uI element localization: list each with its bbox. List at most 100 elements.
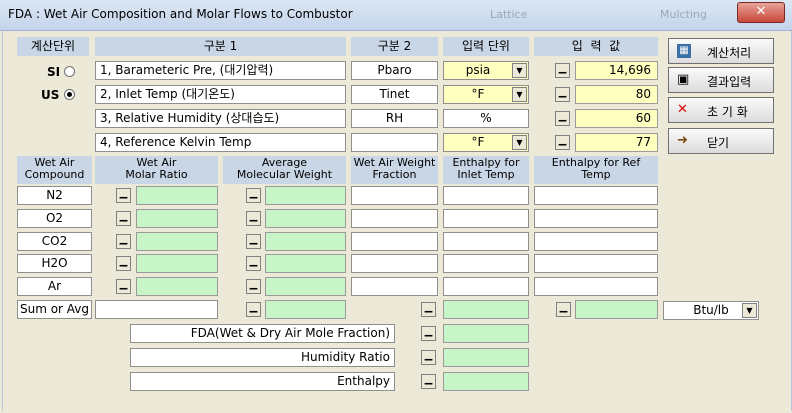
enthalpy-inlet-field[interactable] [443,254,529,273]
value-small-button[interactable]: ▁ [555,135,570,150]
close-window-button[interactable]: ✕ [737,2,785,23]
enthalpy-ref-header: Enthalpy for Ref Temp [534,156,658,184]
sum-molar-ratio[interactable] [95,300,218,319]
mw-small-button[interactable]: ▁ [246,211,261,226]
unit-dropdown[interactable]: °F ▼ [443,133,529,152]
close-button[interactable]: ➜ 닫기 [668,128,774,154]
sum-frac-small-button[interactable]: ▁ [421,302,436,317]
input-value[interactable]: 14,696 [575,61,658,80]
floppy-disk-icon: ▣ [677,72,690,87]
input-symbol: Pbaro [351,61,438,80]
sum-ref-small-button[interactable]: ▁ [556,302,571,317]
sum-enthalpy-inlet-field[interactable] [443,300,529,319]
compound-name: O2 [17,209,92,228]
mw-field[interactable] [265,254,346,273]
molar-ratio-small-button[interactable]: ▁ [116,234,131,249]
enthalpy-ref-field[interactable] [534,277,658,296]
input-value[interactable]: 60 [575,109,658,128]
weight-fraction-field[interactable] [351,209,438,228]
bottom-row-small-button[interactable]: ▁ [421,374,436,389]
weight-fraction-header: Wet Air Weight Fraction [351,156,438,184]
background-title-2: Mulcting [660,8,707,21]
compound-header: Wet Air Compound [17,156,92,184]
enthalpy-inlet-field[interactable] [443,277,529,296]
bottom-row-field[interactable] [443,372,529,391]
mw-field[interactable] [265,186,346,205]
chevron-down-icon: ▼ [512,135,527,150]
enthalpy-unit-value: Btu/lb [693,303,729,317]
si-radio[interactable] [64,66,75,77]
sum-enthalpy-ref-field[interactable] [575,300,658,319]
unit-dropdown[interactable]: psia ▼ [443,61,529,80]
minimize-glyph: ▁ [249,234,258,245]
bottom-row-label: Enthalpy [130,372,395,391]
enthalpy-ref-field[interactable] [534,232,658,251]
title-bar: FDA : Wet Air Composition and Molar Flow… [0,0,792,31]
bottom-row-small-button[interactable]: ▁ [421,350,436,365]
unit-dropdown[interactable]: °F ▼ [443,85,529,104]
main-window: FDA : Wet Air Composition and Molar Flow… [0,0,792,413]
enthalpy-ref-field[interactable] [534,209,658,228]
molar-ratio-field[interactable] [136,277,218,296]
input-value[interactable]: 80 [575,85,658,104]
input-desc: 4, Reference Kelvin Temp [95,133,346,152]
molar-ratio-field[interactable] [136,209,218,228]
sum-mw-field[interactable] [265,300,346,319]
col3-header: 입력 단위 [443,37,529,56]
mw-field[interactable] [265,277,346,296]
molar-ratio-small-button[interactable]: ▁ [116,279,131,294]
mw-small-button[interactable]: ▁ [246,234,261,249]
weight-fraction-field[interactable] [351,277,438,296]
bottom-row-field[interactable] [443,324,529,343]
save-results-button[interactable]: ▣ 결과입력 [668,67,774,93]
window-title: FDA : Wet Air Composition and Molar Flow… [8,7,353,21]
weight-fraction-field[interactable] [351,254,438,273]
chevron-down-icon: ▼ [512,87,527,102]
mw-small-button[interactable]: ▁ [246,279,261,294]
value-small-button[interactable]: ▁ [555,111,570,126]
molar-ratio-header: Wet Air Molar Ratio [95,156,218,184]
weight-fraction-field[interactable] [351,232,438,251]
bottom-row-label: Humidity Ratio [130,348,395,367]
minimize-glyph: ▁ [119,256,128,267]
bottom-row-field[interactable] [443,348,529,367]
sum-label: Sum or Avg [17,300,92,319]
mw-field[interactable] [265,209,346,228]
background-title-1: Lattice [490,8,528,21]
enthalpy-unit-dropdown[interactable]: Btu/lb ▼ [663,301,759,320]
bottom-row-small-button[interactable]: ▁ [421,326,436,341]
enthalpy-ref-field[interactable] [534,186,658,205]
molar-ratio-small-button[interactable]: ▁ [116,211,131,226]
door-exit-icon: ➜ [677,133,688,148]
input-symbol: RH [351,109,438,128]
sum-mw-small-button[interactable]: ▁ [246,302,261,317]
mw-small-button[interactable]: ▁ [246,188,261,203]
mw-small-button[interactable]: ▁ [246,256,261,271]
minimize-glyph: ▁ [558,135,567,146]
weight-fraction-field[interactable] [351,186,438,205]
us-radio[interactable] [64,89,75,100]
molar-ratio-field[interactable] [136,186,218,205]
molar-ratio-field[interactable] [136,254,218,273]
input-value[interactable]: 77 [575,133,658,152]
value-small-button[interactable]: ▁ [555,63,570,78]
calculate-button[interactable]: ▦ 계산처리 [668,38,774,64]
red-x-icon: ✕ [677,102,688,117]
mw-field[interactable] [265,232,346,251]
molar-ratio-small-button[interactable]: ▁ [116,256,131,271]
compound-name: CO2 [17,232,92,251]
enthalpy-inlet-field[interactable] [443,209,529,228]
col1-header: 구분 1 [95,37,346,56]
enthalpy-inlet-field[interactable] [443,232,529,251]
enthalpy-inlet-field[interactable] [443,186,529,205]
input-symbol: Tinet [351,85,438,104]
enthalpy-ref-field[interactable] [534,254,658,273]
minimize-glyph: ▁ [119,234,128,245]
molecular-weight-header: Average Molecular Weight [223,156,346,184]
reset-button[interactable]: ✕ 초 기 화 [668,97,774,123]
bottom-row-label: FDA(Wet & Dry Air Mole Fraction) [130,324,395,343]
minimize-glyph: ▁ [249,279,258,290]
value-small-button[interactable]: ▁ [555,87,570,102]
molar-ratio-field[interactable] [136,232,218,251]
molar-ratio-small-button[interactable]: ▁ [116,188,131,203]
